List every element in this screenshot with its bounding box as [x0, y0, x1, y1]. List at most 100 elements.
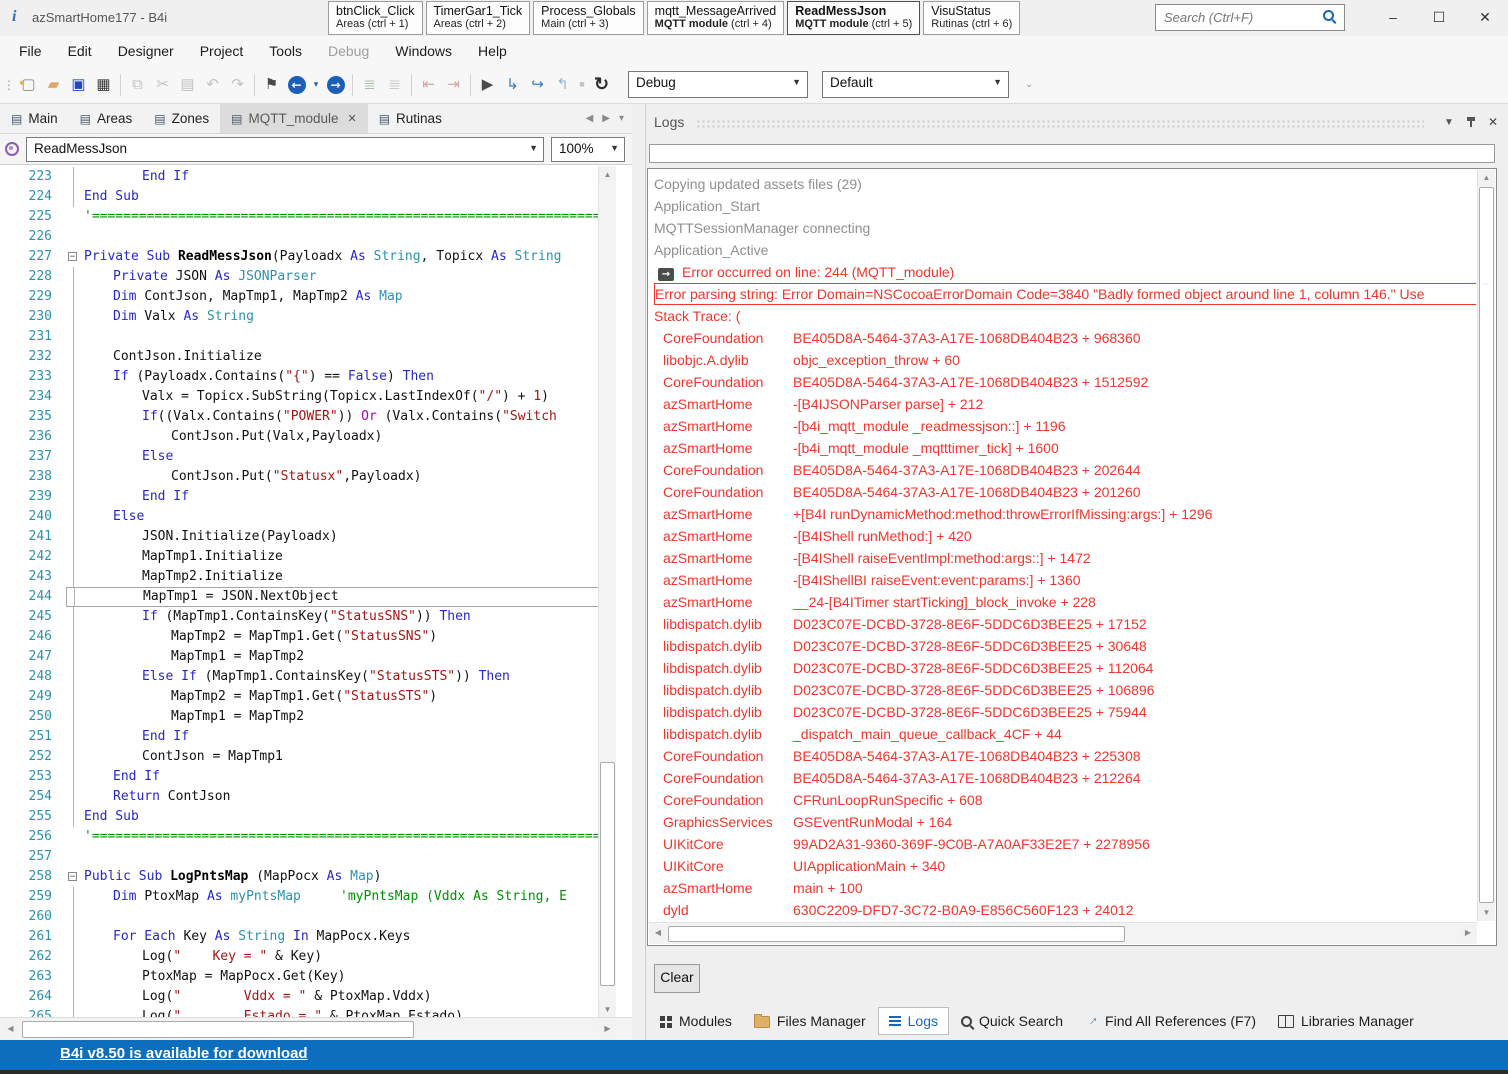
back-history-dropdown-icon[interactable]: ▾	[309, 71, 323, 98]
close-tab-icon[interactable]: ✕	[347, 112, 356, 125]
fold-collapse-icon[interactable]: −	[68, 252, 77, 261]
menu-file[interactable]: File	[6, 38, 55, 64]
search-input[interactable]	[1162, 7, 1316, 28]
quick-tab-ReadMessJson[interactable]: ReadMessJsonMQTT module (ctrl + 5)	[787, 1, 920, 35]
update-available-link[interactable]: B4i v8.50 is available for download	[60, 1045, 308, 1062]
comment-lines-icon[interactable]: ≣	[357, 71, 382, 98]
new-file-icon[interactable]: ▢✶	[16, 71, 41, 98]
stop-icon[interactable]: ■	[575, 71, 589, 98]
step-over-icon[interactable]: ↪	[525, 71, 550, 98]
panel-drag-handle[interactable]	[696, 119, 1424, 128]
uncomment-lines-icon[interactable]: ≣	[382, 71, 407, 98]
log-vscroll-thumb[interactable]	[1479, 187, 1494, 903]
sub-select[interactable]: ReadMessJson ▼	[26, 137, 544, 162]
code-editor[interactable]: 223End If224End Sub225'=================…	[0, 164, 632, 1018]
stop-icon-glyph: ■	[579, 71, 584, 98]
log-horizontal-scrollbar[interactable]: ◀ ▶	[649, 922, 1477, 944]
scope-line	[73, 447, 74, 467]
pane-splitter[interactable]	[632, 104, 645, 1040]
module-icon: ▤	[379, 112, 390, 126]
search-icon[interactable]	[1323, 10, 1334, 21]
log-vertical-scrollbar[interactable]: ▲ ▼	[1477, 170, 1495, 921]
menu-project[interactable]: Project	[187, 38, 257, 64]
scope-line	[73, 287, 74, 307]
quick-tab-VisuStatus[interactable]: VisuStatusRutinas (ctrl + 6)	[923, 1, 1020, 35]
close-button[interactable]: ✕	[1462, 0, 1508, 36]
maximize-button[interactable]: ☐	[1416, 0, 1462, 36]
editor-vertical-scrollbar[interactable]: ▲ ▼	[598, 166, 616, 1018]
editor-vscroll-thumb[interactable]	[600, 762, 615, 986]
log-frame-symbol: GSEventRunModal + 164	[789, 814, 952, 830]
redo-icon[interactable]: ↷	[225, 71, 250, 98]
panel-close-icon[interactable]: ✕	[1488, 115, 1498, 129]
tab-scroll-right-icon[interactable]: ▶	[602, 113, 610, 124]
quick-tab-TimerGar1_Tick[interactable]: TimerGar1_TickAreas (ctrl + 2)	[426, 1, 531, 35]
outdent-icon[interactable]: ⇤	[416, 71, 441, 98]
clear-logs-button[interactable]: Clear	[654, 964, 700, 993]
module-tab-MQTT_module[interactable]: ▤MQTT_module✕	[220, 104, 368, 133]
tool-tab-libraries-manager[interactable]: Libraries Manager	[1268, 1008, 1424, 1034]
panel-menu-icon[interactable]: ▼	[1444, 117, 1454, 128]
tool-tab-files-manager[interactable]: Files Manager	[744, 1008, 876, 1034]
menu-debug[interactable]: Debug	[315, 38, 382, 64]
step-into-icon[interactable]: ↳	[500, 71, 525, 98]
build-configuration-select[interactable]: Debug▼	[628, 71, 808, 98]
quick-tab-mqtt_MessageArrived[interactable]: mqtt_MessageArrivedMQTT module (ctrl + 4…	[647, 1, 785, 35]
undo-icon[interactable]: ↶	[200, 71, 225, 98]
code-line: 223End If	[0, 167, 599, 187]
tool-tab-find-all-references-f7-[interactable]: Find All References (F7)	[1075, 1008, 1266, 1034]
editor-hscroll-thumb[interactable]	[22, 1021, 414, 1038]
ui-profile-select[interactable]: Default▼	[822, 71, 1009, 98]
editor-zoom-select[interactable]: 100% ▼	[551, 137, 625, 162]
scroll-down-icon[interactable]: ▼	[1478, 905, 1495, 921]
bookmark-icon[interactable]: ⚑	[259, 71, 284, 98]
tool-tab-quick-search[interactable]: Quick Search	[951, 1008, 1073, 1034]
navigate-forward-icon[interactable]: →	[323, 71, 348, 98]
chevron-down-icon: ▼	[529, 143, 538, 153]
menu-designer[interactable]: Designer	[105, 38, 187, 64]
menu-windows[interactable]: Windows	[382, 38, 465, 64]
find-in-files-icon[interactable]: ▦	[91, 71, 116, 98]
open-project-icon[interactable]: ▰	[41, 71, 66, 98]
step-out-icon[interactable]: ↰	[550, 71, 575, 98]
line-number: 251	[0, 727, 66, 747]
fold-collapse-icon[interactable]: −	[68, 872, 77, 881]
toolbar-grip[interactable]: ⋮	[3, 78, 13, 92]
scroll-right-icon[interactable]: ▶	[599, 1020, 616, 1037]
scroll-up-icon[interactable]: ▲	[1478, 170, 1495, 186]
navigate-back-icon[interactable]: ←	[284, 71, 309, 98]
quick-tab-btnClick_Click[interactable]: btnClick_ClickAreas (ctrl + 1)	[328, 1, 423, 35]
menu-edit[interactable]: Edit	[55, 38, 105, 64]
copy-icon[interactable]: ⧉	[125, 71, 150, 98]
menu-help[interactable]: Help	[465, 38, 520, 64]
tool-tab-modules[interactable]: Modules	[650, 1008, 742, 1034]
module-tab-Zones[interactable]: ▤Zones	[143, 104, 220, 133]
pin-icon[interactable]	[1466, 116, 1476, 129]
cut-icon[interactable]: ✂	[150, 71, 175, 98]
toolbar-overflow-icon[interactable]: ⌄	[1025, 79, 1033, 90]
scroll-up-icon[interactable]: ▲	[599, 166, 616, 183]
quick-tab-Process_Globals[interactable]: Process_GlobalsMain (ctrl + 3)	[533, 1, 644, 35]
code-text: Dim ContJson, MapTmp1, MapTmp2 As Map	[82, 287, 599, 307]
log-hscroll-thumb[interactable]	[668, 926, 1125, 942]
log-filter-input[interactable]	[649, 144, 1495, 163]
editor-horizontal-scrollbar[interactable]: ◀ ▶	[0, 1017, 632, 1040]
module-tab-Main[interactable]: ▤Main	[0, 104, 69, 133]
restart-icon[interactable]: ↻	[589, 71, 614, 98]
module-tab-Rutinas[interactable]: ▤Rutinas	[368, 104, 453, 133]
log-output[interactable]: Copying updated assets files (29)Applica…	[647, 168, 1497, 946]
indent-icon[interactable]: ⇥	[441, 71, 466, 98]
scroll-left-icon[interactable]: ◀	[650, 925, 666, 941]
menu-tools[interactable]: Tools	[256, 38, 315, 64]
module-tab-Areas[interactable]: ▤Areas	[69, 104, 144, 133]
run-icon[interactable]: ▶	[475, 71, 500, 98]
tool-tab-logs[interactable]: Logs	[878, 1007, 949, 1035]
paste-icon[interactable]: ▤	[175, 71, 200, 98]
scroll-right-icon[interactable]: ▶	[1460, 925, 1476, 941]
scroll-down-icon[interactable]: ▼	[599, 1001, 616, 1018]
minimize-button[interactable]: –	[1370, 0, 1416, 36]
scroll-left-icon[interactable]: ◀	[2, 1020, 19, 1037]
tab-list-icon[interactable]: ▾	[619, 113, 624, 124]
tab-scroll-left-icon[interactable]: ◀	[586, 113, 594, 124]
save-icon[interactable]: ▣	[66, 71, 91, 98]
